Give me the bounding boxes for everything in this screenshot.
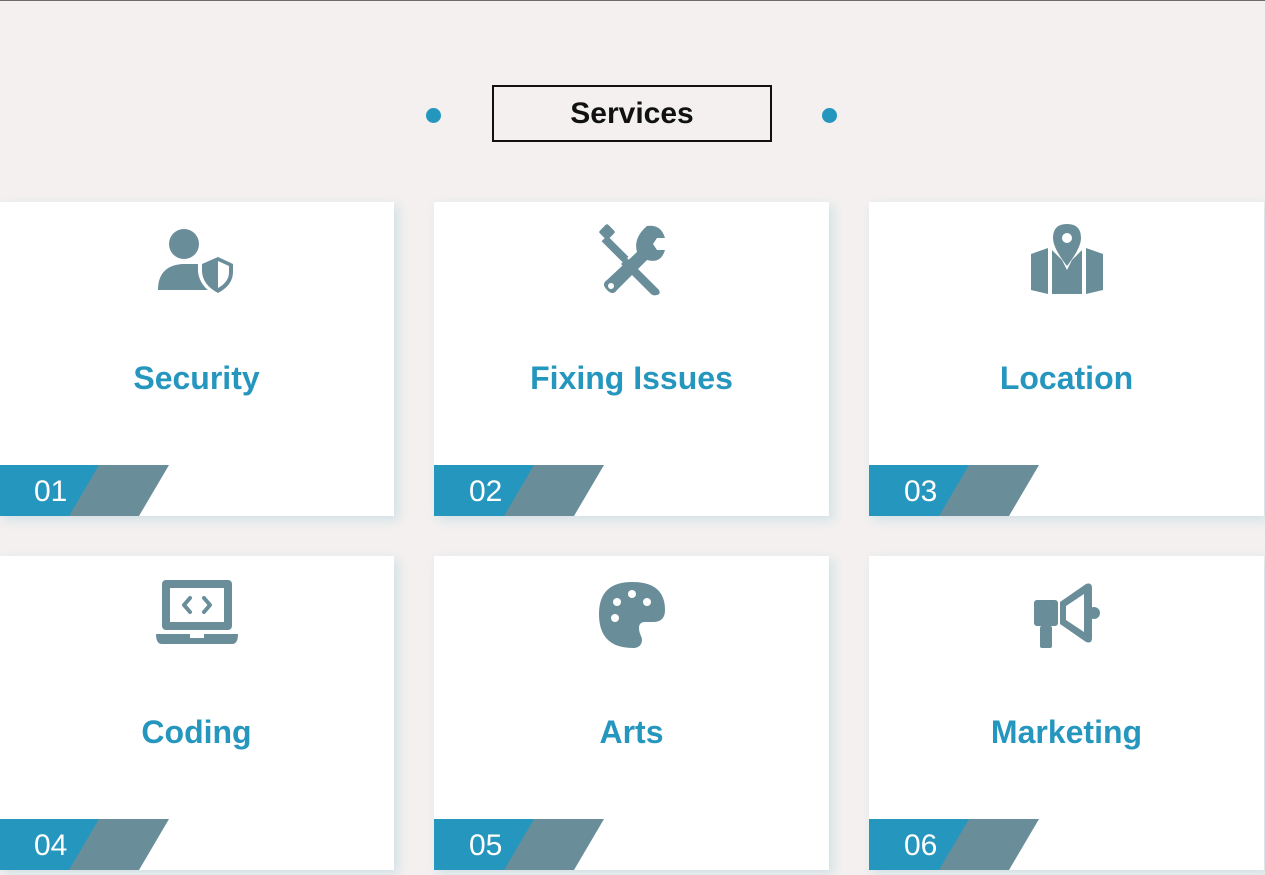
heading-dot-right [822, 108, 837, 123]
screwdriver-wrench-icon [587, 224, 677, 296]
service-number: 02 [469, 475, 503, 508]
service-number: 04 [34, 829, 68, 862]
service-number-tab: 05 [434, 819, 604, 870]
service-number-tab: 01 [0, 465, 169, 516]
service-number: 05 [469, 829, 503, 862]
service-number-tab: 03 [869, 465, 1039, 516]
service-number: 06 [904, 829, 938, 862]
service-title: Arts [599, 714, 664, 750]
laptop-code-icon [152, 578, 242, 650]
user-shield-icon [152, 224, 242, 296]
map-location-icon [1022, 224, 1112, 296]
top-divider [0, 0, 1265, 1]
service-number: 01 [34, 475, 68, 508]
service-number-tab: 06 [869, 819, 1039, 870]
service-number-tab: 04 [0, 819, 169, 870]
service-card-location[interactable]: Location 03 [869, 202, 1264, 516]
service-title: Marketing [990, 714, 1143, 750]
service-title: Location [999, 360, 1134, 396]
section-title: Services [492, 85, 772, 142]
bullhorn-icon [1022, 578, 1112, 650]
service-card-coding[interactable]: Coding 04 [0, 556, 394, 870]
service-card-security[interactable]: Security 01 [0, 202, 394, 516]
service-number-tab: 02 [434, 465, 604, 516]
heading-dot-left [426, 108, 441, 123]
service-title: Coding [141, 714, 252, 750]
service-number: 03 [904, 475, 938, 508]
section-heading: Services [0, 85, 1265, 142]
service-card-marketing[interactable]: Marketing 06 [869, 556, 1264, 870]
service-card-fixing-issues[interactable]: Fixing Issues 02 [434, 202, 829, 516]
service-card-arts[interactable]: Arts 05 [434, 556, 829, 870]
palette-icon [587, 578, 677, 650]
service-title: Security [133, 360, 260, 396]
service-title: Fixing Issues [530, 360, 733, 396]
